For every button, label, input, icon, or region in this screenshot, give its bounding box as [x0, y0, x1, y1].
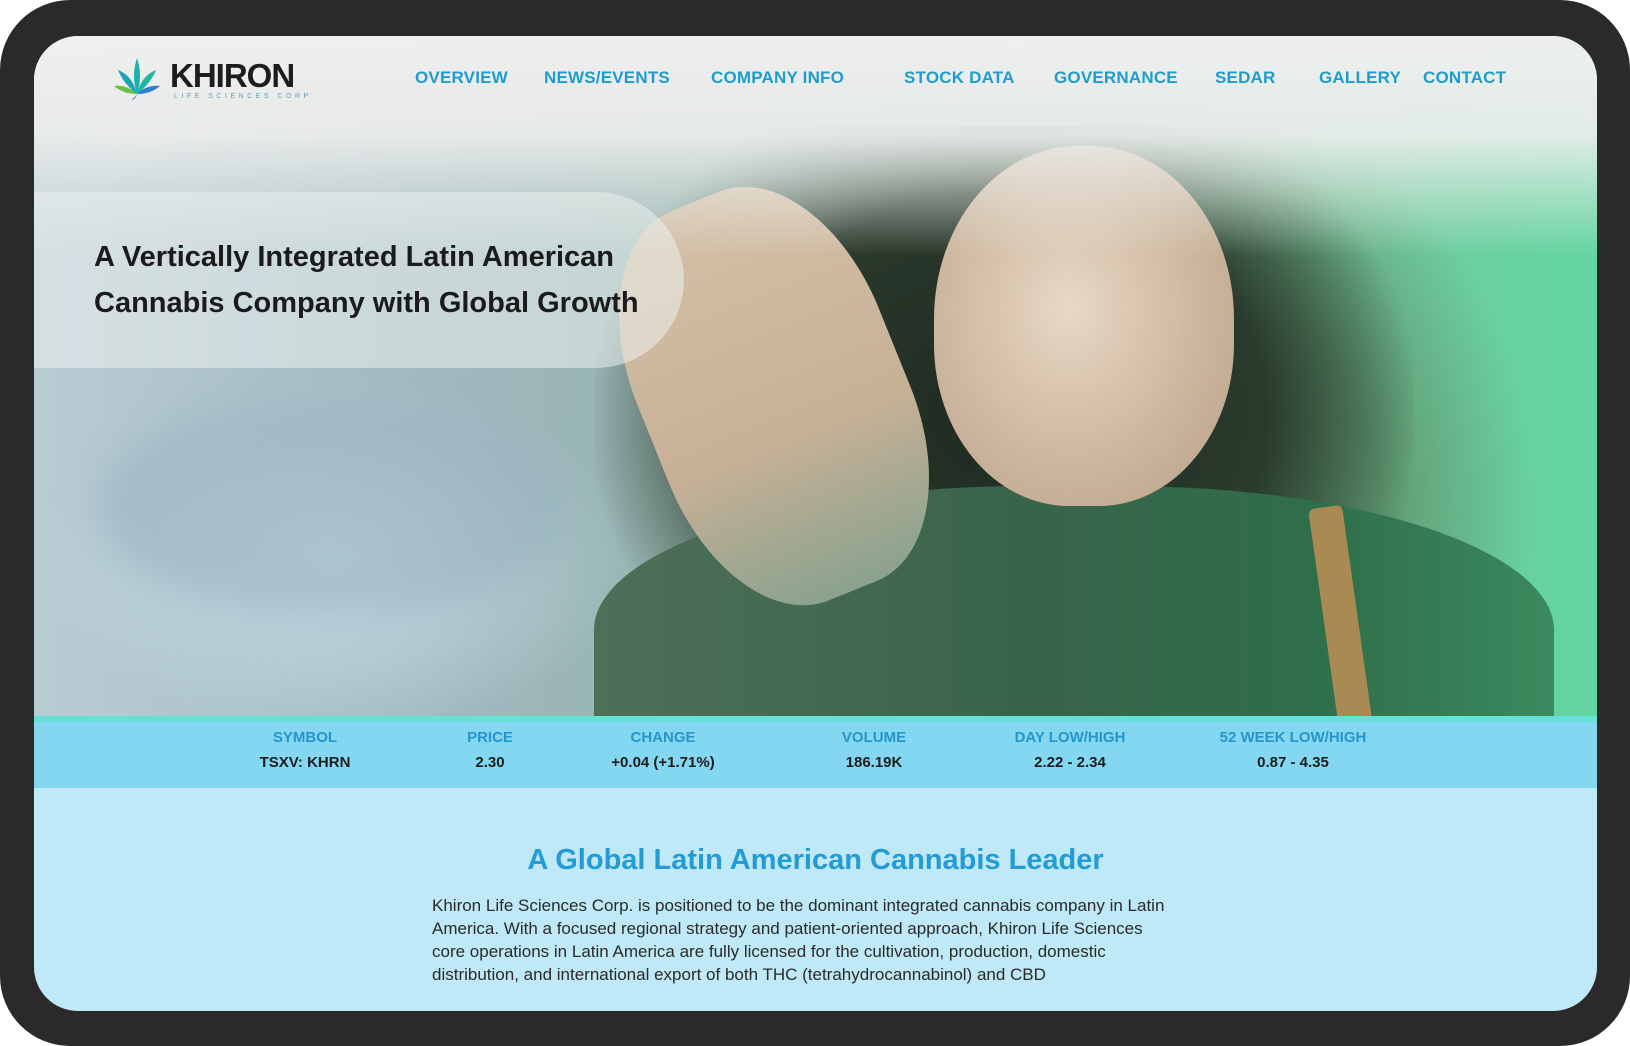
stock-price: PRICE 2.30 [467, 722, 513, 771]
stock-label: SYMBOL [272, 729, 338, 746]
stock-label: CHANGE [630, 729, 696, 746]
stock-value: TSXV: KHRN [259, 754, 351, 771]
brand-name: KHIRON [170, 56, 295, 94]
stock-52-week-range: 52 WEEK LOW/HIGH 0.87 - 4.35 [1220, 722, 1367, 771]
nav-news-events[interactable]: NEWS/EVENTS [544, 68, 670, 88]
nav-governance[interactable]: GOVERNANCE [1054, 68, 1178, 88]
hero-headline-line-2: Cannabis Company with Global Growth [94, 287, 639, 319]
stock-value: +0.04 (+1.71%) [611, 754, 715, 771]
hero-banner: A Vertically Integrated Latin American C… [34, 36, 1597, 716]
stock-label: 52 WEEK LOW/HIGH [1219, 729, 1367, 746]
stock-label: VOLUME [841, 729, 907, 746]
stock-value: 186.19K [845, 754, 903, 771]
brand-tagline: LIFE SCIENCES CORP [174, 92, 312, 100]
about-section-body: Khiron Life Sciences Corp. is positioned… [432, 896, 1165, 984]
nav-overview[interactable]: OVERVIEW [415, 68, 508, 88]
stock-ticker-bar: SYMBOL TSXV: KHRN PRICE 2.30 CHANGE +0.0… [34, 716, 1597, 788]
nav-contact[interactable]: CONTACT [1423, 68, 1506, 88]
nav-sedar[interactable]: SEDAR [1215, 68, 1276, 88]
stock-symbol: SYMBOL TSXV: KHRN [260, 722, 351, 771]
site-logo[interactable]: KHIRON LIFE SCIENCES CORP [112, 54, 312, 104]
nav-company-info[interactable]: COMPANY INFO [711, 68, 844, 88]
browser-viewport: A Vertically Integrated Latin American C… [34, 36, 1597, 1011]
about-section-title: A Global Latin American Cannabis Leader [527, 844, 1104, 876]
stock-label: DAY LOW/HIGH [1014, 729, 1126, 746]
stock-day-range: DAY LOW/HIGH 2.22 - 2.34 [1015, 722, 1126, 771]
top-navigation: KHIRON LIFE SCIENCES CORP OVERVIEW NEWS/… [34, 36, 1597, 126]
stock-value: 2.22 - 2.34 [1034, 754, 1106, 771]
device-frame: A Vertically Integrated Latin American C… [0, 0, 1630, 1046]
stock-change: CHANGE +0.04 (+1.71%) [611, 722, 714, 771]
stock-label: PRICE [467, 729, 513, 746]
nav-stock-data[interactable]: STOCK DATA [904, 68, 1015, 88]
stock-volume: VOLUME 186.19K [842, 722, 906, 771]
hero-headline: A Vertically Integrated Latin American C… [94, 234, 654, 326]
nav-gallery[interactable]: GALLERY [1319, 68, 1401, 88]
cannabis-leaf-logo-icon [114, 58, 160, 100]
stock-value: 0.87 - 4.35 [1257, 754, 1329, 771]
hero-background-blur [94, 396, 574, 616]
hero-headline-line-1: A Vertically Integrated Latin American [94, 241, 615, 273]
stock-value: 2.30 [475, 754, 505, 771]
